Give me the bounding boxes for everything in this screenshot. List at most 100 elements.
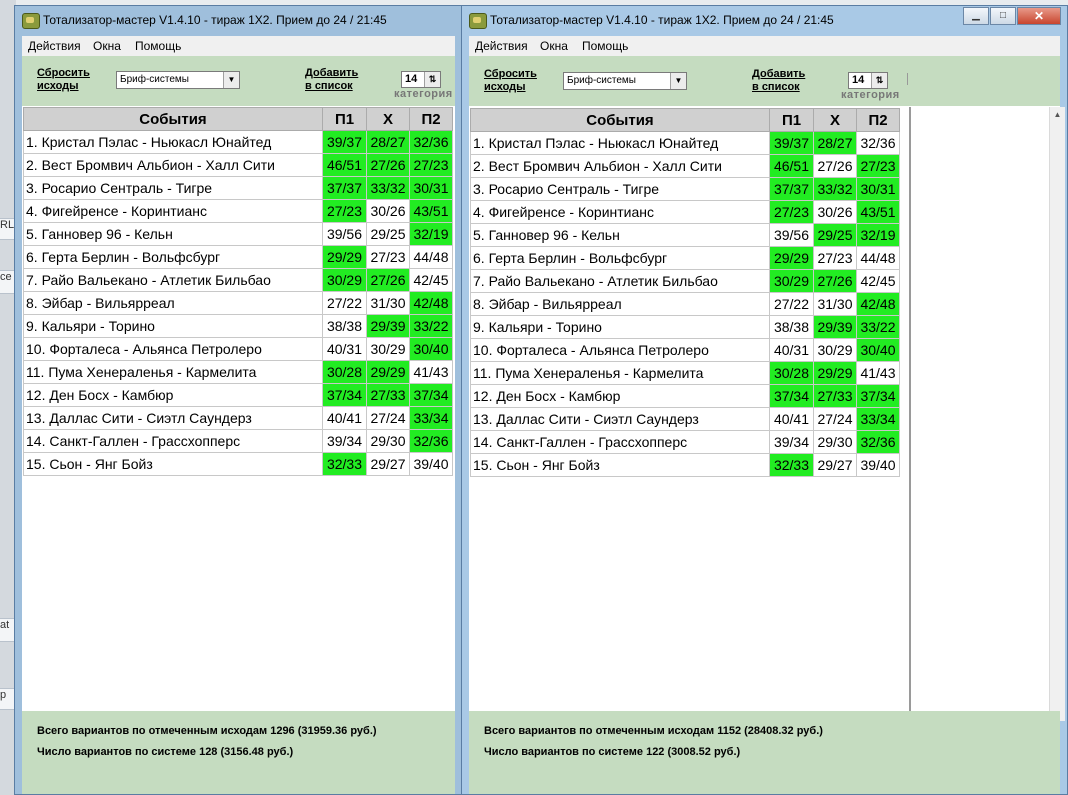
reset-outcomes-link[interactable]: Сбросить исходы xyxy=(484,68,537,94)
spin-arrows-icon[interactable]: ⇅ xyxy=(424,72,440,87)
outcome-cell-p2[interactable]: 32/36 xyxy=(409,130,453,154)
outcome-cell-x[interactable]: 27/23 xyxy=(366,245,410,269)
outcome-cell-p2[interactable]: 27/23 xyxy=(856,154,900,178)
outcome-cell-x[interactable]: 28/27 xyxy=(813,131,857,155)
outcome-cell-x[interactable]: 27/33 xyxy=(366,383,410,407)
outcome-cell-x[interactable]: 27/26 xyxy=(813,269,857,293)
outcome-cell-p1[interactable]: 39/37 xyxy=(322,130,367,154)
outcome-cell-x[interactable]: 29/25 xyxy=(366,222,410,246)
outcome-cell-p1[interactable]: 46/51 xyxy=(322,153,367,177)
reset-outcomes-link[interactable]: Сбросить исходы xyxy=(37,67,90,93)
outcome-cell-x[interactable]: 33/32 xyxy=(813,177,857,201)
outcome-cell-p1[interactable]: 40/31 xyxy=(769,338,814,362)
outcome-cell-x[interactable]: 27/23 xyxy=(813,246,857,270)
outcome-cell-p2[interactable]: 32/19 xyxy=(856,223,900,247)
outcome-cell-p2[interactable]: 41/43 xyxy=(856,361,900,385)
outcome-cell-x[interactable]: 30/26 xyxy=(813,200,857,224)
menu-help[interactable]: Помощь xyxy=(135,39,181,53)
add-to-list-link[interactable]: Добавить в список xyxy=(752,68,805,94)
outcome-cell-x[interactable]: 33/32 xyxy=(366,176,410,200)
outcome-cell-x[interactable]: 31/30 xyxy=(813,292,857,316)
outcome-cell-p2[interactable]: 43/51 xyxy=(856,200,900,224)
outcome-cell-p1[interactable]: 39/34 xyxy=(769,430,814,454)
outcome-cell-p2[interactable]: 41/43 xyxy=(409,360,453,384)
outcome-cell-x[interactable]: 29/27 xyxy=(813,453,857,477)
outcome-cell-x[interactable]: 29/29 xyxy=(366,360,410,384)
menu-actions[interactable]: Действия xyxy=(475,39,528,53)
outcome-cell-x[interactable]: 29/39 xyxy=(813,315,857,339)
outcome-cell-p1[interactable]: 30/29 xyxy=(322,268,367,292)
system-select[interactable]: Бриф-системы ▼ xyxy=(116,71,240,89)
outcome-cell-p2[interactable]: 33/22 xyxy=(409,314,453,338)
outcome-cell-p2[interactable]: 32/36 xyxy=(856,430,900,454)
outcome-cell-x[interactable]: 29/30 xyxy=(366,429,410,453)
outcome-cell-p1[interactable]: 37/34 xyxy=(322,383,367,407)
outcome-cell-p1[interactable]: 32/33 xyxy=(322,452,367,476)
maximize-icon[interactable]: □ xyxy=(990,7,1016,25)
spin-arrows-icon[interactable]: ⇅ xyxy=(871,73,887,88)
category-spinner[interactable]: 14 ⇅ xyxy=(401,71,441,88)
outcome-cell-p1[interactable]: 46/51 xyxy=(769,154,814,178)
selection-list-pane[interactable]: ▲ ▼ xyxy=(909,107,1065,721)
outcome-cell-p2[interactable]: 33/34 xyxy=(409,406,453,430)
menu-windows[interactable]: Окна xyxy=(540,39,568,53)
outcome-cell-p1[interactable]: 29/29 xyxy=(769,246,814,270)
outcome-cell-p2[interactable]: 44/48 xyxy=(856,246,900,270)
menu-windows[interactable]: Окна xyxy=(93,39,121,53)
outcome-cell-x[interactable]: 30/29 xyxy=(366,337,410,361)
outcome-cell-x[interactable]: 27/26 xyxy=(366,153,410,177)
outcome-cell-x[interactable]: 28/27 xyxy=(366,130,410,154)
outcome-cell-p1[interactable]: 40/41 xyxy=(322,406,367,430)
scrollbar[interactable]: ▲ ▼ xyxy=(1049,107,1065,721)
outcome-cell-p1[interactable]: 29/29 xyxy=(322,245,367,269)
outcome-cell-x[interactable]: 29/25 xyxy=(813,223,857,247)
outcome-cell-p2[interactable]: 42/45 xyxy=(856,269,900,293)
outcome-cell-p1[interactable]: 40/31 xyxy=(322,337,367,361)
outcome-cell-p2[interactable]: 33/34 xyxy=(856,407,900,431)
outcome-cell-p2[interactable]: 33/22 xyxy=(856,315,900,339)
outcome-cell-x[interactable]: 27/24 xyxy=(366,406,410,430)
outcome-cell-x[interactable]: 29/29 xyxy=(813,361,857,385)
minimize-icon[interactable]: ▁ xyxy=(963,7,989,25)
outcome-cell-x[interactable]: 27/24 xyxy=(813,407,857,431)
outcome-cell-x[interactable]: 29/39 xyxy=(366,314,410,338)
outcome-cell-p1[interactable]: 38/38 xyxy=(769,315,814,339)
outcome-cell-p1[interactable]: 27/22 xyxy=(322,291,367,315)
outcome-cell-p1[interactable]: 30/28 xyxy=(769,361,814,385)
outcome-cell-p1[interactable]: 27/22 xyxy=(769,292,814,316)
outcome-cell-x[interactable]: 30/26 xyxy=(366,199,410,223)
outcome-cell-p2[interactable]: 37/34 xyxy=(856,384,900,408)
title-bar[interactable]: Тотализатор-мастер V1.4.10 - тираж 1Х2. … xyxy=(15,6,462,36)
outcome-cell-p1[interactable]: 37/37 xyxy=(322,176,367,200)
outcome-cell-x[interactable]: 30/29 xyxy=(813,338,857,362)
outcome-cell-p1[interactable]: 37/34 xyxy=(769,384,814,408)
add-to-list-link[interactable]: Добавить в список xyxy=(305,67,358,93)
outcome-cell-p2[interactable]: 43/51 xyxy=(409,199,453,223)
outcome-cell-p1[interactable]: 39/34 xyxy=(322,429,367,453)
outcome-cell-p1[interactable]: 38/38 xyxy=(322,314,367,338)
outcome-cell-p2[interactable]: 30/31 xyxy=(856,177,900,201)
system-select[interactable]: Бриф-системы ▼ xyxy=(563,72,687,90)
outcome-cell-p1[interactable]: 39/37 xyxy=(769,131,814,155)
outcome-cell-p1[interactable]: 30/29 xyxy=(769,269,814,293)
outcome-cell-p2[interactable]: 37/34 xyxy=(409,383,453,407)
outcome-cell-p2[interactable]: 27/23 xyxy=(409,153,453,177)
outcome-cell-p2[interactable]: 44/48 xyxy=(409,245,453,269)
outcome-cell-p1[interactable]: 39/56 xyxy=(322,222,367,246)
outcome-cell-p2[interactable]: 32/19 xyxy=(409,222,453,246)
outcome-cell-p2[interactable]: 32/36 xyxy=(409,429,453,453)
outcome-cell-p2[interactable]: 30/40 xyxy=(409,337,453,361)
outcome-cell-p1[interactable]: 27/23 xyxy=(322,199,367,223)
outcome-cell-p2[interactable]: 42/48 xyxy=(856,292,900,316)
outcome-cell-p2[interactable]: 30/40 xyxy=(856,338,900,362)
outcome-cell-p2[interactable]: 32/36 xyxy=(856,131,900,155)
menu-actions[interactable]: Действия xyxy=(28,39,81,53)
scroll-up-icon[interactable]: ▲ xyxy=(1050,107,1065,122)
outcome-cell-p1[interactable]: 37/37 xyxy=(769,177,814,201)
outcome-cell-x[interactable]: 29/27 xyxy=(366,452,410,476)
outcome-cell-p1[interactable]: 32/33 xyxy=(769,453,814,477)
outcome-cell-p2[interactable]: 42/45 xyxy=(409,268,453,292)
outcome-cell-x[interactable]: 27/26 xyxy=(813,154,857,178)
outcome-cell-p2[interactable]: 39/40 xyxy=(409,452,453,476)
outcome-cell-p1[interactable]: 40/41 xyxy=(769,407,814,431)
